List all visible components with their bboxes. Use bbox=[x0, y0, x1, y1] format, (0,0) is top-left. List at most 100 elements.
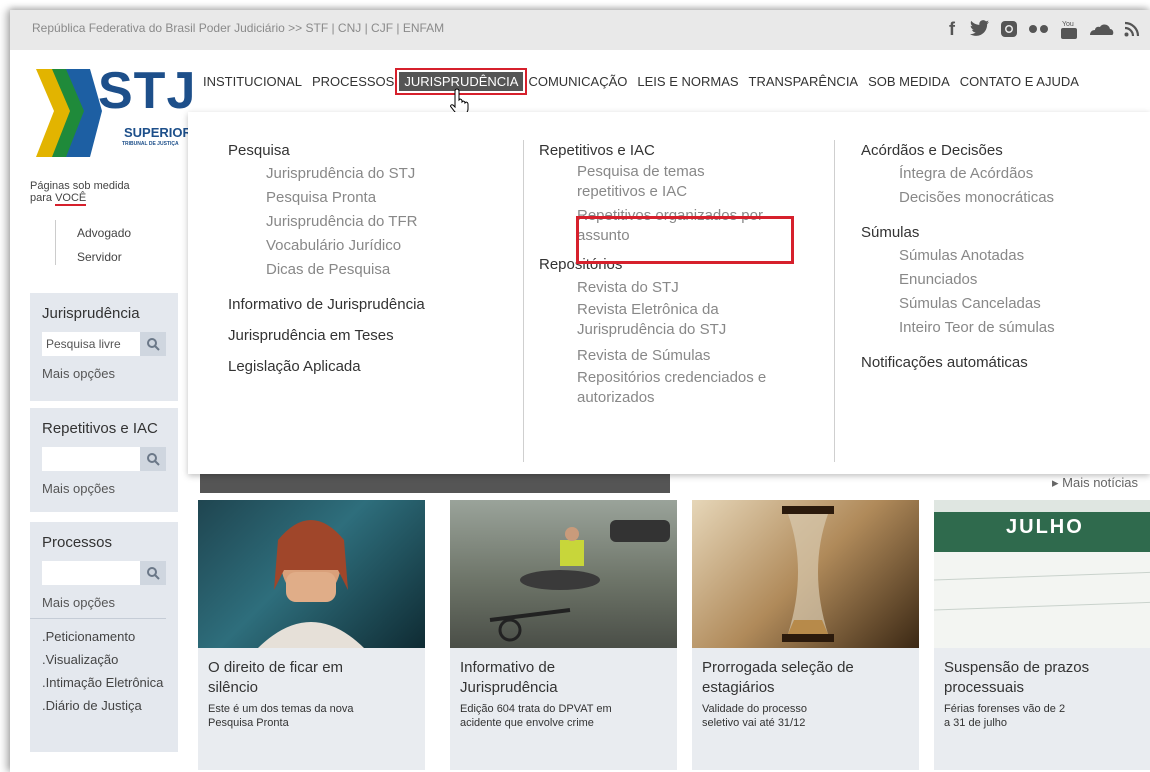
facebook-icon[interactable]: f bbox=[944, 17, 960, 41]
news-title[interactable]: Informativo de Jurisprudência bbox=[450, 648, 610, 698]
repetitivos-search-input[interactable] bbox=[42, 447, 140, 471]
nav-processos[interactable]: PROCESSOS bbox=[307, 72, 399, 91]
accident-image bbox=[489, 520, 670, 642]
jurisprudencia-search-input[interactable]: Pesquisa livre bbox=[42, 332, 140, 356]
main-nav: INSTITUCIONAL PROCESSOS JURISPRUDÊNCIA C… bbox=[198, 68, 1084, 95]
search-icon bbox=[147, 567, 160, 580]
servidor-link[interactable]: Servidor bbox=[77, 250, 122, 264]
repetitivos-search-button[interactable] bbox=[140, 447, 166, 471]
voce-link[interactable]: VOCÊ bbox=[55, 192, 87, 206]
diario-de-justica-link[interactable]: .Diário de Justiça bbox=[30, 694, 178, 717]
svg-text:You: You bbox=[1062, 21, 1074, 28]
news-title[interactable]: Prorrogada seleção de estagiários bbox=[692, 648, 872, 698]
menu-jurisprudencia-stj[interactable]: Jurisprudência do STJ bbox=[266, 162, 518, 186]
nav-institucional[interactable]: INSTITUCIONAL bbox=[198, 72, 307, 91]
menu-teses[interactable]: Jurisprudência em Teses bbox=[228, 327, 518, 344]
nav-transparencia[interactable]: TRANSPARÊNCIA bbox=[744, 72, 864, 91]
news-card[interactable]: JULHO Suspensão de prazos processuais Fé… bbox=[933, 500, 1150, 770]
advogado-link[interactable]: Advogado bbox=[77, 226, 131, 240]
menu-divider bbox=[834, 140, 835, 462]
news-image-hourglass bbox=[692, 500, 919, 648]
menu-legislacao-aplicada[interactable]: Legislação Aplicada bbox=[228, 358, 518, 375]
menu-vocabulario-juridico[interactable]: Vocabulário Jurídico bbox=[266, 234, 518, 258]
news-card[interactable]: Informativo de Jurisprudência Edição 604… bbox=[450, 500, 677, 770]
processos-mais-opcoes[interactable]: Mais opções bbox=[30, 589, 166, 619]
menu-revista-sumulas[interactable]: Revista de Súmulas bbox=[577, 344, 799, 368]
processos-box-title: Processos bbox=[42, 534, 113, 551]
repetitivos-box-title: Repetitivos e IAC bbox=[42, 420, 158, 437]
repetitivos-mais-opcoes[interactable]: Mais opções bbox=[30, 475, 178, 506]
news-title[interactable]: O direito de ficar em silêncio bbox=[198, 648, 358, 698]
menu-pesquisa[interactable]: Pesquisa bbox=[228, 142, 518, 159]
hand-cursor-icon bbox=[450, 88, 469, 113]
peticionamento-link[interactable]: .Peticionamento bbox=[30, 625, 178, 648]
rss-icon[interactable] bbox=[1124, 21, 1140, 37]
hourglass-image bbox=[782, 506, 834, 642]
flickr-icon[interactable] bbox=[1028, 22, 1050, 36]
menu-inteiro-teor[interactable]: Inteiro Teor de súmulas bbox=[899, 316, 1141, 340]
jurisprudencia-dropdown: Pesquisa Jurisprudência do STJ Pesquisa … bbox=[188, 112, 1150, 474]
twitter-icon[interactable] bbox=[970, 20, 990, 38]
menu-revista-eletronica[interactable]: Revista Eletrônica da Jurisprudência do … bbox=[577, 300, 767, 340]
news-image-calendar: JULHO bbox=[933, 500, 1150, 648]
government-bar: República Federativa do Brasil Poder Jud… bbox=[10, 10, 1150, 50]
gov-links[interactable]: República Federativa do Brasil Poder Jud… bbox=[32, 21, 444, 35]
nav-leis-e-normas[interactable]: LEIS E NORMAS bbox=[632, 72, 743, 91]
menu-integra-acordaos[interactable]: Íntegra de Acórdãos bbox=[899, 162, 1141, 186]
menu-jurisprudencia-tfr[interactable]: Jurisprudência do TFR bbox=[266, 210, 518, 234]
youtube-icon[interactable]: You bbox=[1060, 18, 1078, 40]
search-icon bbox=[147, 338, 160, 351]
news-card[interactable]: Prorrogada seleção de estagiários Valida… bbox=[692, 500, 919, 770]
processos-search-button[interactable] bbox=[140, 561, 166, 585]
menu-repetitivos-iac[interactable]: Repetitivos e IAC bbox=[539, 142, 799, 159]
menu-enunciados[interactable]: Enunciados bbox=[899, 268, 1141, 292]
nav-comunicacao[interactable]: COMUNICAÇÃO bbox=[523, 72, 632, 91]
news-title[interactable]: Suspensão de prazos processuais bbox=[934, 648, 1114, 698]
menu-revista-stj[interactable]: Revista do STJ bbox=[577, 276, 799, 300]
menu-notificacoes[interactable]: Notificações automáticas bbox=[861, 354, 1141, 371]
instagram-icon[interactable] bbox=[1000, 20, 1018, 38]
jurisprudencia-box: Jurisprudência Pesquisa livre Mais opçõe… bbox=[30, 293, 178, 401]
menu-pesquisa-pronta[interactable]: Pesquisa Pronta bbox=[266, 186, 518, 210]
processos-box: Processos Mais opções .Peticionamento .V… bbox=[30, 522, 178, 752]
news-desc: Este é um dos temas da nova Pesquisa Pro… bbox=[208, 703, 354, 729]
news-image-accident bbox=[450, 500, 677, 648]
menu-col-repetitivos: Repetitivos e IAC Pesquisa de temas repe… bbox=[539, 142, 799, 408]
soundcloud-icon[interactable] bbox=[1088, 21, 1114, 37]
news-desc: Edição 604 trata do DPVAT em acidente qu… bbox=[460, 703, 612, 729]
mais-noticias-link[interactable]: ▸ Mais notícias bbox=[1052, 475, 1138, 491]
menu-sumulas-canceladas[interactable]: Súmulas Canceladas bbox=[899, 292, 1141, 316]
logo-subtitle: SUPERIOR bbox=[124, 125, 192, 140]
menu-sumulas-anotadas[interactable]: Súmulas Anotadas bbox=[899, 244, 1141, 268]
logo-subtitle-2: TRIBUNAL DE JUSTIÇA bbox=[122, 141, 179, 147]
intimacao-eletronica-link[interactable]: .Intimação Eletrônica bbox=[30, 671, 178, 694]
woman-silence-image bbox=[258, 520, 364, 648]
menu-dicas-pesquisa[interactable]: Dicas de Pesquisa bbox=[266, 258, 518, 282]
calendar-month: JULHO bbox=[1006, 516, 1084, 538]
news-image-silence bbox=[198, 500, 425, 648]
nav-sob-medida[interactable]: SOB MEDIDA bbox=[863, 72, 955, 91]
processos-search-input[interactable] bbox=[42, 561, 140, 585]
menu-repositorios-credenciados[interactable]: Repositórios credenciados e autorizados bbox=[577, 368, 787, 408]
logo-text: STJ bbox=[98, 62, 197, 120]
menu-sumulas[interactable]: Súmulas bbox=[861, 224, 1141, 241]
news-desc: Férias forenses vão de 2 a 31 de julho bbox=[944, 703, 1066, 729]
search-icon bbox=[147, 453, 160, 466]
highlight-box bbox=[576, 216, 794, 264]
menu-acordaos-decisoes[interactable]: Acórdãos e Decisões bbox=[861, 142, 1141, 159]
stj-logo[interactable]: STJ SUPERIOR TRIBUNAL DE JUSTIÇA bbox=[32, 62, 195, 163]
menu-informativo[interactable]: Informativo de Jurisprudência bbox=[228, 296, 518, 313]
sob-medida-options bbox=[55, 220, 56, 265]
menu-decisoes-monocraticas[interactable]: Decisões monocráticas bbox=[899, 186, 1141, 210]
news-desc: Validade do processo seletivo vai até 31… bbox=[702, 703, 807, 729]
jurisprudencia-box-title: Jurisprudência bbox=[42, 305, 140, 322]
menu-pesquisa-temas[interactable]: Pesquisa de temas repetitivos e IAC bbox=[577, 162, 777, 202]
menu-col-acordaos: Acórdãos e Decisões Íntegra de Acórdãos … bbox=[861, 142, 1141, 374]
social-links: f You bbox=[944, 17, 1140, 41]
jurisprudencia-mais-opcoes[interactable]: Mais opções bbox=[30, 360, 178, 391]
jurisprudencia-search-button[interactable] bbox=[140, 332, 166, 356]
menu-col-pesquisa: Pesquisa Jurisprudência do STJ Pesquisa … bbox=[228, 142, 518, 378]
nav-contato-e-ajuda[interactable]: CONTATO E AJUDA bbox=[955, 72, 1084, 91]
news-card[interactable]: O direito de ficar em silêncio Este é um… bbox=[198, 500, 425, 770]
visualizacao-link[interactable]: .Visualização bbox=[30, 648, 178, 671]
